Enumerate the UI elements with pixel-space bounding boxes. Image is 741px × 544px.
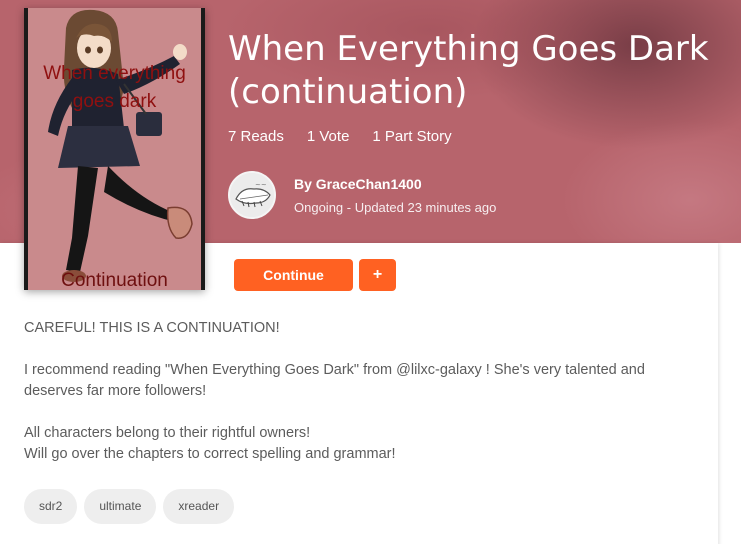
author-avatar[interactable]: ~~ [228, 171, 276, 219]
author-name[interactable]: By GraceChan1400 [294, 176, 496, 192]
cover-art [28, 8, 201, 290]
tag-sdr2[interactable]: sdr2 [24, 489, 78, 524]
story-status: Ongoing - Updated 23 minutes ago [294, 199, 497, 215]
reads-count: 7 Reads [228, 128, 284, 145]
story-stats: 7 Reads 1 Vote 1 Part Story [228, 128, 452, 145]
story-title: When Everything Goes Dark (continuation) [228, 29, 709, 112]
continue-reading-button[interactable]: Continue [234, 259, 353, 291]
add-to-library-button[interactable]: + [359, 259, 396, 291]
tag-xreader[interactable]: xreader [163, 489, 235, 524]
story-description: CAREFUL! THIS IS A CONTINUATION! I recom… [24, 318, 684, 465]
tag-list: sdr2 ultimate xreader [24, 489, 235, 524]
author-info: ~~ By GraceChan1400 Ongoing - Updated 23… [228, 171, 496, 219]
cover-title-text: When everything goes dark [43, 63, 186, 112]
description-line: Will go over the chapters to correct spe… [24, 446, 396, 462]
book-cover[interactable]: When everything goes dark Continuation [24, 8, 205, 290]
svg-text:~~: ~~ [255, 181, 267, 189]
description-line: CAREFUL! THIS IS A CONTINUATION! [24, 320, 280, 336]
cover-subtitle-text: Continuation [61, 270, 168, 290]
description-line: All characters belong to their rightful … [24, 425, 311, 441]
description-line: I recommend reading "When Everything Goe… [24, 362, 645, 399]
parts-count: 1 Part Story [372, 128, 452, 145]
tag-ultimate[interactable]: ultimate [84, 489, 157, 524]
votes-count: 1 Vote [306, 128, 350, 145]
story-page: When Everything Goes Dark (continuation)… [0, 0, 741, 544]
